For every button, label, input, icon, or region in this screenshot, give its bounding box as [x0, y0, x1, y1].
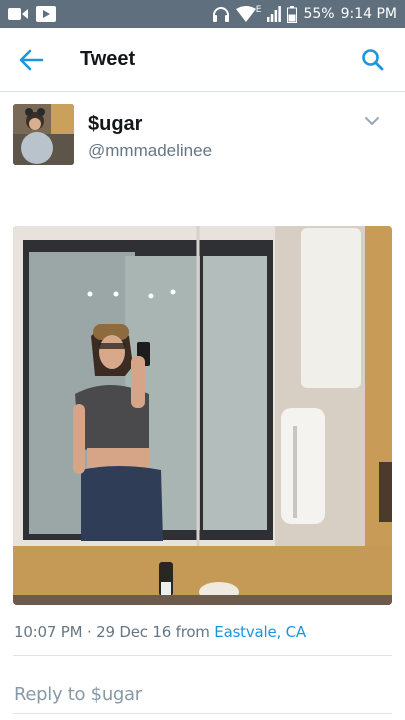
page-title: Tweet	[80, 48, 136, 70]
divider	[13, 655, 392, 656]
tweet-location-link[interactable]: Eastvale, CA	[214, 623, 306, 641]
app-header: Tweet	[0, 28, 405, 92]
author-name[interactable]: $ugar	[88, 113, 142, 136]
meta-from: from	[171, 623, 215, 641]
message-icon	[36, 6, 56, 22]
battery-percent: 55%	[303, 6, 335, 22]
video-icon	[8, 8, 28, 20]
signal-icon	[267, 6, 282, 22]
search-button[interactable]	[361, 48, 385, 72]
wifi-icon	[235, 6, 256, 22]
clock: 9:14 PM	[340, 6, 397, 22]
avatar[interactable]	[13, 104, 74, 165]
mirror-selfie-image	[13, 226, 392, 605]
back-button[interactable]	[18, 48, 44, 72]
network-type: E	[255, 5, 262, 15]
tweet-time: 10:07 PM	[14, 623, 83, 641]
tweet-date: 29 Dec 16	[96, 623, 172, 641]
tweet-photo[interactable]	[13, 226, 392, 605]
status-bar: E 55% 9:14 PM	[0, 0, 405, 28]
search-icon	[362, 49, 384, 71]
headphones-icon	[212, 7, 229, 22]
meta-separator: ·	[82, 623, 97, 641]
tweet-timestamp: 10:07 PM · 29 Dec 16 from Eastvale, CA	[14, 623, 306, 641]
chevron-down-icon	[365, 117, 379, 125]
reply-input[interactable]: Reply to $ugar	[14, 684, 142, 705]
back-arrow-icon	[19, 49, 44, 71]
avatar-photo	[13, 104, 74, 165]
battery-icon	[287, 5, 298, 23]
tweet-menu-button[interactable]	[363, 114, 381, 126]
divider	[13, 713, 392, 714]
author-handle[interactable]: @mmmadelinee	[88, 141, 212, 161]
